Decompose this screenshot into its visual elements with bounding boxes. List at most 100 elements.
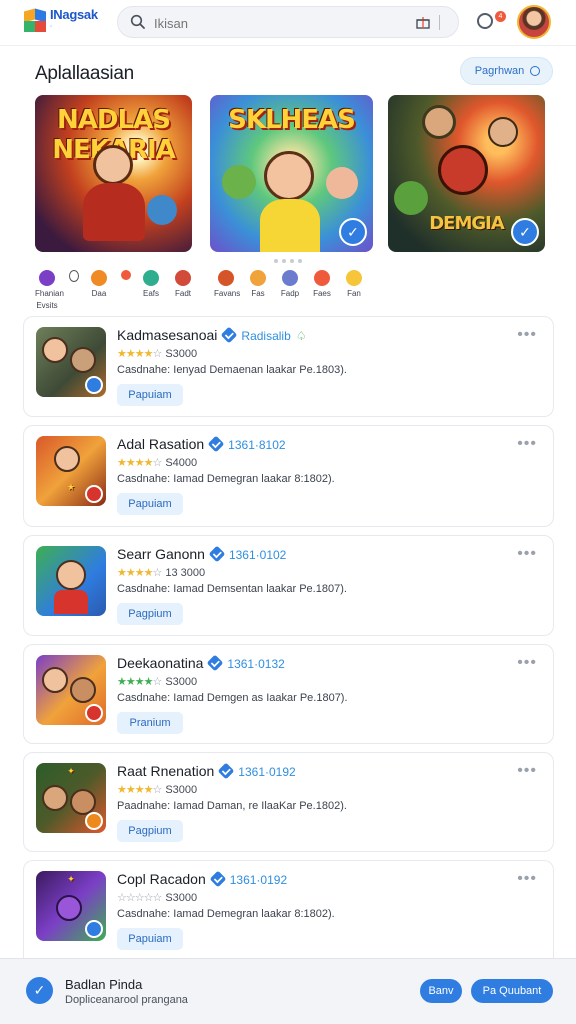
app-list-item[interactable]: Deekaonatina 1361·0132 ★★★★☆ S3000 Casdnah… [23, 644, 554, 744]
character-face [56, 895, 82, 921]
verified-icon [220, 326, 238, 344]
chip-icon [282, 270, 298, 286]
thumbnail-logo: ✦ [67, 874, 75, 884]
app-logo[interactable]: INagsak ◦ [24, 8, 98, 33]
gift-icon[interactable] [416, 15, 430, 29]
premium-button[interactable]: Pranium [117, 712, 183, 734]
app-description: Casdnahe: Iamad Demsentan laakar Pe.1807… [117, 583, 347, 595]
app-code: Radisalib [241, 329, 291, 343]
premium-button[interactable]: Papuiam [117, 928, 183, 950]
rating-stars: ★★★★☆ S3000 [117, 676, 198, 688]
more-options-icon[interactable]: ••• [517, 326, 537, 344]
chip[interactable]: Daa [87, 270, 111, 310]
search-divider [439, 15, 440, 30]
bottom-secondary-button[interactable]: Pa Quubant [471, 979, 553, 1003]
chip-icon [91, 270, 107, 286]
app-name: Copl Racadon [117, 871, 206, 887]
premium-button[interactable]: Papuiam [117, 493, 183, 515]
featured-game-1[interactable]: NADLAS NEKARIA [35, 95, 192, 252]
chip[interactable]: Fhanian Evsits [35, 270, 64, 310]
user-avatar[interactable] [517, 5, 551, 39]
section-search-label: Pagrhwan [474, 65, 525, 77]
soldier-figure [422, 105, 456, 139]
hero-body [83, 183, 145, 241]
app-thumbnail [36, 655, 106, 725]
notification-badge: 4 [495, 11, 506, 22]
clock-notification-icon[interactable] [477, 13, 493, 29]
magnifier-icon [530, 66, 540, 76]
featured-game-2[interactable]: SKLHEAS ✓ [210, 95, 373, 252]
carousel-indicator[interactable] [274, 259, 302, 263]
app-description: Casdnahe: Iamad Demegran laakar 8:1802). [117, 473, 335, 485]
chip-icon [314, 270, 330, 286]
leaf-icon: ♤ [295, 329, 307, 343]
rating-count: 13 3000 [165, 567, 206, 579]
more-options-icon[interactable]: ••• [517, 762, 537, 780]
hero-body [260, 199, 320, 252]
character-face [54, 446, 80, 472]
rating-stars: ★★★★☆ S3000 [117, 348, 198, 360]
more-options-icon[interactable]: ••• [517, 870, 537, 888]
green-creature [394, 181, 428, 215]
search-input[interactable] [154, 13, 394, 33]
chip[interactable]: Fadp [278, 270, 302, 298]
section-search-button[interactable]: Pagrhwan [460, 57, 553, 85]
verified-badge-icon [85, 920, 103, 938]
premium-button[interactable]: Pagpium [117, 820, 183, 842]
app-code: 1361·0102 [228, 548, 287, 562]
chip-icon [69, 270, 79, 282]
app-list-item[interactable]: ✦ Raat Rnenation 1361·0192 ★★★★☆ S3000 Paa… [23, 752, 554, 852]
rating-stars: ★★★★☆ S3000 [117, 784, 198, 796]
verified-icon [206, 654, 224, 672]
app-description: Casdnahe: Iamad Demgen as Iaakar Pe.1807… [117, 692, 348, 704]
chip[interactable]: Eafs [139, 270, 163, 310]
more-options-icon[interactable]: ••• [517, 435, 537, 453]
sidekick-figure [147, 195, 177, 225]
premium-button[interactable]: Papuiam [117, 384, 183, 406]
bottom-action-bar: ✓ Badlan Pinda Dopliceanarool prangana B… [0, 958, 576, 1024]
more-options-icon[interactable]: ••• [517, 654, 537, 672]
character-face [56, 560, 86, 590]
chip[interactable]: Favans [214, 270, 240, 298]
right-soldier [488, 117, 518, 147]
app-list-item[interactable]: ✦ Copl Racadon 1361·0192 ☆☆☆☆☆ S3000 Casdn… [23, 860, 554, 958]
thumbnail-logo: ✦ [67, 766, 75, 776]
hero-face [264, 151, 314, 201]
featured-game-3[interactable]: DEMGIA ✓ [388, 95, 545, 252]
search-bar[interactable] [117, 6, 459, 38]
chip-icon [346, 270, 362, 286]
chip[interactable]: Faes [310, 270, 334, 298]
app-thumbnail: ✦ [36, 871, 106, 941]
category-chips-right: Favans Fas Fadp Faes Fan [214, 270, 374, 298]
app-name: Deekaonatina [117, 655, 204, 671]
verified-badge-icon [85, 376, 103, 394]
character-body [54, 590, 88, 614]
app-thumbnail: ★ [36, 436, 106, 506]
app-list-item[interactable]: Kadmasesanoai Radisalib ♤ ★★★★☆ S3000 Casdn… [23, 316, 554, 417]
app-name: Raat Rnenation [117, 763, 215, 779]
app-code: 1361·8102 [228, 438, 286, 452]
app-description: Casdnahe: Iamad Demegran laakar 8:1802). [117, 908, 335, 920]
chip[interactable] [119, 270, 133, 310]
chip[interactable]: Fas [246, 270, 270, 298]
character-face [42, 667, 68, 693]
chip[interactable]: Fadt [171, 270, 195, 310]
app-list-item[interactable]: ★ Adal Rasation 1361·8102 ★★★★☆ S4000 Casd… [23, 425, 554, 527]
app-code: 1361·0192 [229, 873, 288, 887]
app-name: Adal Rasation [117, 436, 205, 452]
logo-cube-icon [24, 8, 46, 32]
app-name: Searr Ganonn [117, 546, 205, 562]
app-list-item[interactable]: Searr Ganonn 1361·0102 ★★★★☆ 13 3000 Casdn… [23, 535, 554, 636]
bottom-subtitle: Dopliceanarool prangana [65, 994, 188, 1006]
premium-button[interactable]: Pagpium [117, 603, 183, 625]
chip[interactable]: Fan [342, 270, 366, 298]
chip[interactable] [67, 270, 81, 310]
badge-icon [85, 704, 103, 722]
app-thumbnail [36, 546, 106, 616]
verified-icon [207, 435, 225, 453]
more-options-icon[interactable]: ••• [517, 545, 537, 563]
app-name: Kadmasesanoai [117, 327, 218, 343]
bottom-primary-button[interactable]: Banv [420, 979, 462, 1003]
character-face [42, 337, 68, 363]
chip-icon [250, 270, 266, 286]
